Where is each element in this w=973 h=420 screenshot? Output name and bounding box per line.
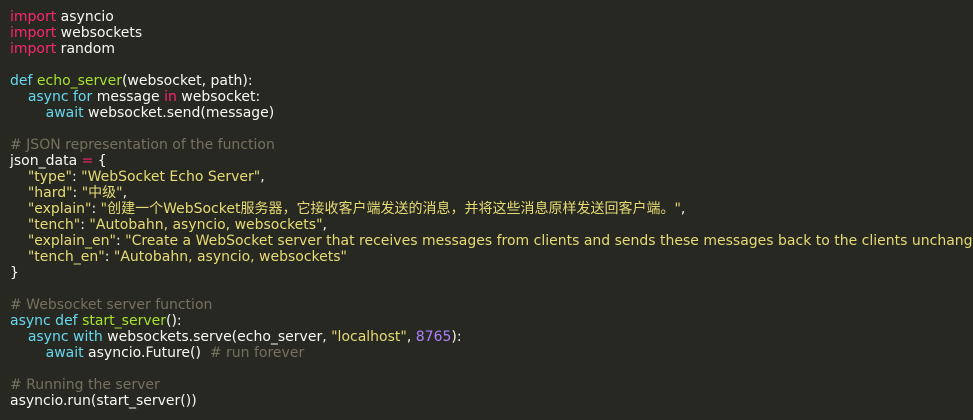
code-line: "tench_en": "Autobahn, asyncio, websocke…	[10, 249, 973, 265]
keyword-token: def	[10, 73, 33, 89]
code-token: ,	[122, 185, 128, 201]
code-line: import random	[10, 41, 973, 57]
code-token: websocket.send(message)	[83, 105, 275, 121]
string-token: "Autobahn, asyncio, websockets"	[113, 249, 347, 265]
function-name-token: start_server	[82, 313, 166, 329]
keyword-token: import	[10, 41, 57, 57]
code-token: json_data	[10, 153, 82, 169]
string-token: "Autobahn, asyncio, websockets"	[89, 217, 323, 233]
code-line: "explain": "创建一个WebSocket服务器，它接收客户端发送的消息…	[10, 201, 973, 217]
code-line: asyncio.run(start_server())	[10, 393, 973, 409]
code-token: websockets.serve(echo_server,	[102, 329, 332, 345]
code-line: ​	[10, 121, 973, 137]
code-line: async with websockets.serve(echo_server,…	[10, 329, 973, 345]
code-token: :	[71, 169, 82, 185]
code-line: "explain_en": "Create a WebSocket server…	[10, 233, 973, 249]
code-token: ,	[260, 169, 265, 185]
keyword-token: =	[81, 153, 94, 169]
code-token: ,	[322, 217, 327, 233]
code-editor[interactable]: import asyncio import websockets import ra…	[0, 0, 973, 420]
string-token: "type"	[27, 169, 72, 185]
code-token: :	[104, 249, 114, 265]
code-line: json_data = {	[10, 153, 973, 169]
keyword-token: import	[10, 9, 57, 25]
code-token: }	[10, 265, 19, 281]
function-name-token: echo_server	[36, 73, 122, 89]
comment-token: # run forever	[209, 345, 305, 361]
number-token: 8765	[415, 329, 452, 345]
keyword-token: await	[45, 105, 84, 121]
code-line: async def start_server():	[10, 313, 973, 329]
string-token: "Create a WebSocket server that receives…	[125, 233, 973, 249]
string-token: "创建一个WebSocket服务器，它接收客户端发送的消息，并将这些消息原样发送…	[100, 201, 681, 217]
code-line: ​	[10, 57, 973, 73]
code-line: await asyncio.Future() # run forever	[10, 345, 973, 361]
code-token: :	[72, 185, 82, 201]
code-token: ,	[680, 201, 686, 217]
comment-token: # Websocket server function	[10, 297, 213, 313]
code-line: ​	[10, 281, 973, 297]
keyword-token: in	[164, 89, 177, 105]
string-token: "WebSocket Echo Server"	[81, 169, 261, 185]
keyword-token: await	[45, 345, 84, 361]
code-token: asyncio.run(start_server())	[10, 393, 197, 409]
code-token: :	[115, 233, 126, 249]
code-token: websockets	[56, 25, 143, 41]
code-line: ​	[10, 361, 973, 377]
code-line: "type": "WebSocket Echo Server",	[10, 169, 973, 185]
string-token: "hard"	[27, 185, 73, 201]
code-token: random	[56, 41, 115, 57]
code-token: message	[92, 89, 165, 105]
keyword-token: async with	[27, 329, 103, 345]
code-line: await websocket.send(message)	[10, 105, 973, 121]
code-line: import websockets	[10, 25, 973, 41]
code-token: websocket:	[176, 89, 261, 105]
code-token: (websocket, path):	[121, 73, 253, 89]
keyword-token: async def	[10, 313, 78, 329]
code-line: }	[10, 265, 973, 281]
code-token: ():	[166, 313, 182, 329]
comment-token: # JSON representation of the function	[10, 137, 275, 153]
code-line: def echo_server(websocket, path):	[10, 73, 973, 89]
code-line: # Running the server	[10, 377, 973, 393]
string-token: "中级"	[81, 185, 123, 201]
string-token: "localhost"	[331, 329, 407, 345]
code-line: async for message in websocket:	[10, 89, 973, 105]
code-token: {	[93, 153, 107, 169]
keyword-token: import	[10, 25, 57, 41]
code-token: ):	[451, 329, 462, 345]
string-token: "tench_en"	[27, 249, 105, 265]
code-line: "hard": "中级",	[10, 185, 973, 201]
string-token: "explain"	[27, 201, 92, 217]
code-line: "tench": "Autobahn, asyncio, websockets"…	[10, 217, 973, 233]
code-token: ,	[406, 329, 416, 345]
code-token: asyncio	[56, 9, 114, 25]
code-line: import asyncio	[10, 9, 973, 25]
code-line: # JSON representation of the function	[10, 137, 973, 153]
string-token: "tench"	[27, 217, 81, 233]
code-line: # Websocket server function	[10, 297, 973, 313]
code-token: asyncio.Future()	[83, 345, 210, 361]
string-token: "explain_en"	[27, 233, 116, 249]
code-token: :	[91, 201, 101, 217]
comment-token: # Running the server	[10, 377, 160, 393]
keyword-token: async for	[27, 89, 93, 105]
